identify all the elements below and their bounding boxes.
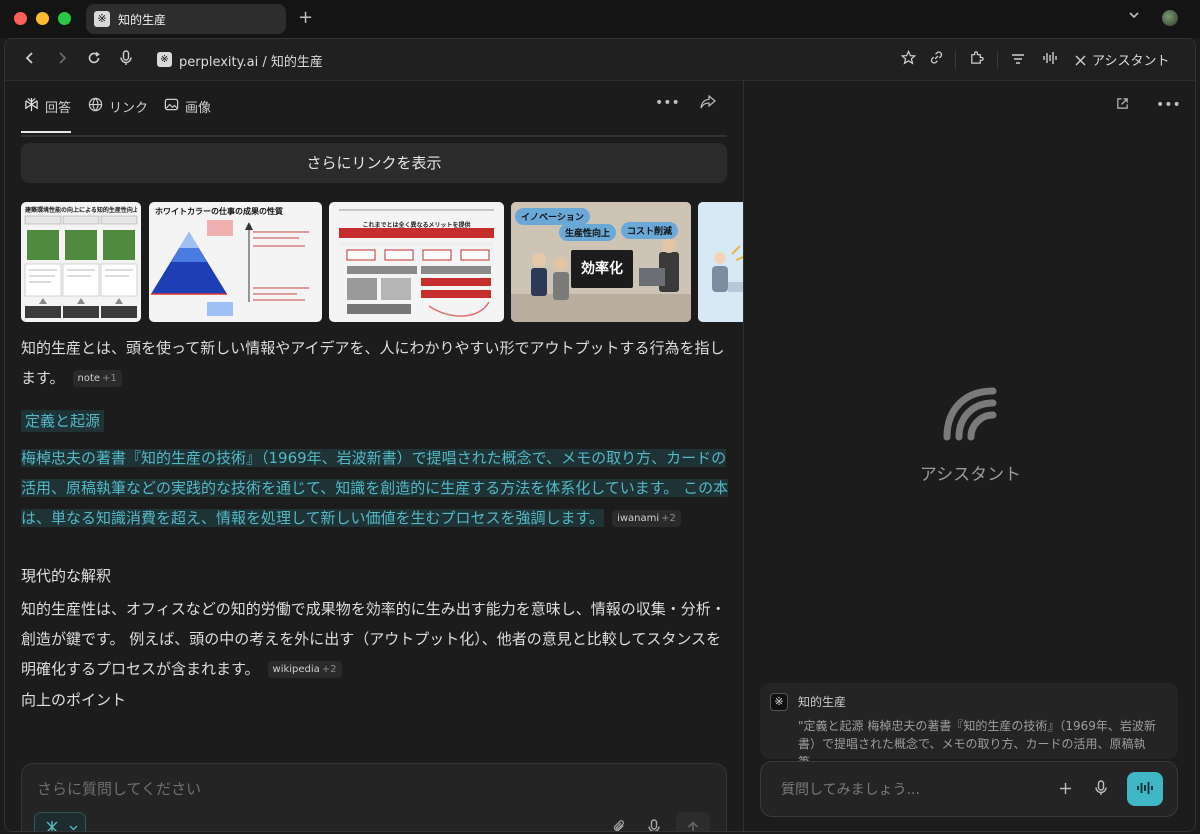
follow-up-input-box[interactable]: さらに質問してください — [21, 763, 727, 831]
thumbnail-bubble-text: コスト削減 — [621, 222, 679, 239]
share-icon[interactable] — [700, 94, 716, 113]
perplexity-favicon-icon: ※ — [770, 693, 788, 711]
productivity-diagram-graphic — [24, 215, 138, 318]
open-external-icon[interactable] — [1116, 97, 1129, 114]
tab-answer[interactable]: 回答 — [23, 97, 71, 116]
close-window-button[interactable] — [14, 12, 27, 25]
scrolled-text-fragment — [21, 133, 727, 141]
citation-chip[interactable]: iwanami +2 — [612, 510, 681, 527]
follow-up-input[interactable]: さらに質問してください — [37, 778, 201, 799]
toolbar-separator — [997, 51, 998, 69]
sparkle-icon — [46, 821, 58, 831]
reader-menu-icon[interactable] — [1009, 50, 1027, 70]
assistant-input-box[interactable]: 質問してみましょう... — [760, 761, 1178, 817]
more-options-icon[interactable]: ••• — [655, 95, 680, 111]
citation-chip[interactable]: note +1 — [72, 370, 122, 387]
citation-chip[interactable]: wikipedia +2 — [267, 661, 342, 678]
new-tab-button[interactable]: + — [298, 7, 313, 28]
perplexity-icon — [23, 97, 39, 116]
section-heading-text: 定義と起源 — [21, 410, 105, 432]
context-title: 知的生産 — [798, 695, 847, 709]
assistant-button-label: アシスタント — [1092, 54, 1170, 69]
assistant-logo-icon — [939, 381, 1003, 445]
voice-mode-button[interactable] — [1127, 772, 1163, 806]
microphone-icon[interactable] — [117, 50, 135, 70]
tab-title: 知的生産 — [118, 13, 167, 27]
plus-icon[interactable] — [1059, 780, 1072, 799]
highlighted-paragraph: 梅棹忠夫の著書『知的生産の技術』（1969年、岩波新書）で提唱された概念で、メモ… — [21, 443, 731, 533]
image-thumbnail[interactable]: これまでとは全く異なるメリットを提供 — [329, 202, 504, 322]
tab-images-label: 画像 — [185, 101, 212, 116]
answer-paragraph: 知的生産性は、オフィスなどの知的労働で成果物を効率的に生み出す能力を意味し、情報… — [21, 594, 727, 684]
toolbar: ※ perplexity.ai / 知的生産 アシスタント — [5, 39, 1195, 81]
send-button[interactable] — [676, 812, 710, 831]
zoom-window-button[interactable] — [58, 12, 71, 25]
image-icon — [163, 97, 179, 116]
section-heading: 現代的な解釈 — [21, 567, 112, 585]
citation-count: +2 — [661, 513, 676, 524]
tab-answer-label: 回答 — [45, 101, 72, 116]
waveform-icon[interactable] — [1041, 50, 1059, 70]
answer-paragraph: 知的生産とは、頭を使って新しい情報やアイデアを、人にわかりやすい形でアウトプット… — [21, 333, 727, 393]
assistant-pane: ••• アシスタント ※ 知的生産 "定義と起源 梅棹忠夫の著書『知的生産の技術… — [744, 81, 1195, 831]
pyramid-diagram-graphic — [151, 220, 309, 316]
image-thumbnail[interactable]: イノベーション 生産性向上 コスト削減 効率化 — [511, 202, 691, 322]
section-heading: 定義と起源 — [21, 410, 105, 432]
show-more-links-button[interactable]: さらにリンクを表示 — [21, 143, 727, 183]
more-options-icon[interactable]: ••• — [1156, 97, 1181, 113]
tab-links[interactable]: リンク — [87, 97, 148, 116]
microphone-icon[interactable] — [647, 819, 661, 831]
thumbnail-bubble-text: イノベーション — [515, 208, 590, 225]
thumbnail-heading: これまでとは全く異なるメリットを提供 — [362, 222, 471, 229]
waveform-icon — [1137, 782, 1153, 794]
image-thumbnail[interactable]: 建築環境性能の向上による知的生産性向上 — [21, 202, 141, 322]
thumbnail-bubble-text: 生産性向上 — [559, 224, 617, 241]
browser-tab[interactable]: ※ 知的生産 — [86, 4, 286, 34]
assistant-toggle-button[interactable]: アシスタント — [1075, 50, 1169, 70]
back-arrow-icon[interactable] — [21, 50, 39, 70]
citation-source: note — [77, 373, 101, 384]
citation-source: wikipedia — [272, 664, 320, 675]
illustration-graphic — [698, 202, 743, 322]
attach-paperclip-icon[interactable] — [612, 819, 627, 831]
toolbar-separator — [955, 51, 956, 69]
search-mode-button[interactable] — [34, 812, 86, 831]
tab-links-label: リンク — [109, 101, 149, 116]
chevron-down-icon[interactable] — [1128, 9, 1140, 24]
image-thumbnail[interactable]: ホワイトカラーの仕事の成果の性質 — [149, 202, 322, 322]
assistant-label: アシスタント — [919, 465, 1022, 485]
tab-images[interactable]: 画像 — [163, 97, 211, 116]
star-bookmark-icon[interactable] — [899, 49, 917, 70]
answer-paragraph-text: 知的生産とは、頭を使って新しい情報やアイデアを、人にわかりやすい形でアウトプット… — [21, 339, 725, 387]
chevron-down-icon — [69, 825, 78, 831]
assistant-input[interactable]: 質問してみましょう... — [781, 779, 920, 799]
browser-window: ※ perplexity.ai / 知的生産 アシスタント 回答 リンク 画像 … — [4, 38, 1196, 832]
perplexity-favicon-icon: ※ — [94, 11, 110, 27]
arrow-up-icon — [687, 821, 699, 831]
mode-tabs: 回答 リンク 画像 ••• — [5, 81, 743, 133]
citation-count: +2 — [321, 664, 337, 675]
reload-icon[interactable] — [85, 50, 103, 70]
globe-icon — [87, 97, 103, 116]
context-card[interactable]: ※ 知的生産 "定義と起源 梅棹忠夫の著書『知的生産の技術』（1969年、岩波新… — [760, 683, 1178, 769]
answer-paragraph-text: 知的生産性は、オフィスなどの知的労働で成果物を効率的に生み出す能力を意味し、情報… — [21, 600, 726, 678]
profile-avatar[interactable] — [1162, 10, 1178, 26]
forward-arrow-icon[interactable] — [53, 50, 71, 70]
thumbnail-sign-text: 効率化 — [571, 250, 633, 288]
link-icon[interactable] — [927, 50, 945, 70]
answer-pane: 回答 リンク 画像 ••• さらにリンクを表示 建築環境性能の向上による知的生産… — [5, 81, 743, 831]
citation-count: +1 — [102, 373, 117, 384]
citation-source: iwanami — [617, 513, 660, 524]
microphone-icon[interactable] — [1094, 780, 1108, 800]
title-bar: ※ 知的生産 + — [0, 0, 1200, 38]
section-heading: 向上のポイント — [21, 691, 127, 709]
address-bar[interactable]: perplexity.ai / 知的生産 — [179, 51, 323, 70]
image-thumbnail[interactable] — [698, 202, 743, 322]
image-thumbnail-strip: 建築環境性能の向上による知的生産性向上 ホワイトカラーの仕事の成果の性質 これま… — [21, 202, 743, 324]
minimize-window-button[interactable] — [36, 12, 49, 25]
extension-puzzle-icon[interactable] — [967, 50, 985, 70]
perplexity-favicon-icon: ※ — [157, 52, 172, 67]
close-icon — [1075, 55, 1086, 66]
